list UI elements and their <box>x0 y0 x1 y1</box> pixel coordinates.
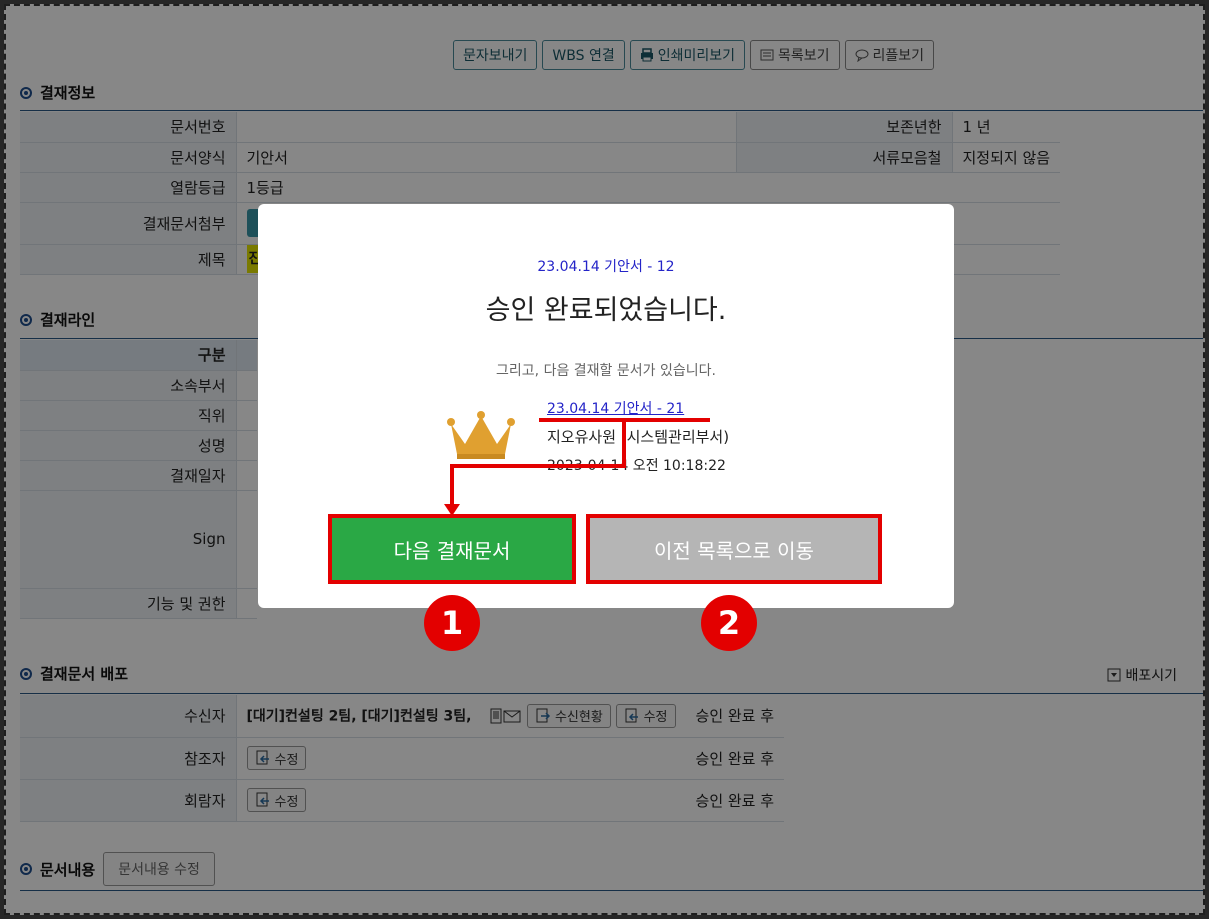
back-to-list-button[interactable]: 이전 목록으로 이동 <box>590 518 878 580</box>
dialog-title: 승인 완료되었습니다. <box>485 295 727 326</box>
approval-complete-dialog: 23.04.14 기안서 - 12 승인 완료되었습니다. 그리고, 다음 결재… <box>258 204 954 608</box>
dialog-subtitle: 그리고, 다음 결재할 문서가 있습니다. <box>496 363 716 379</box>
next-doc-link[interactable]: 23.04.14 기안서 - 21 <box>547 398 684 418</box>
approved-doc-ref: 23.04.14 기안서 - 12 <box>537 259 675 275</box>
draft-time: 2023-04-14 오전 10:18:22 <box>547 458 726 474</box>
next-approval-doc-button[interactable]: 다음 결재문서 <box>332 518 572 580</box>
step-badge-2: 2 <box>701 595 757 651</box>
crown-icon <box>447 411 515 459</box>
step-badge-1: 1 <box>424 595 480 651</box>
drafter-info: 지오유사원 (시스템관리부서) <box>547 428 730 446</box>
